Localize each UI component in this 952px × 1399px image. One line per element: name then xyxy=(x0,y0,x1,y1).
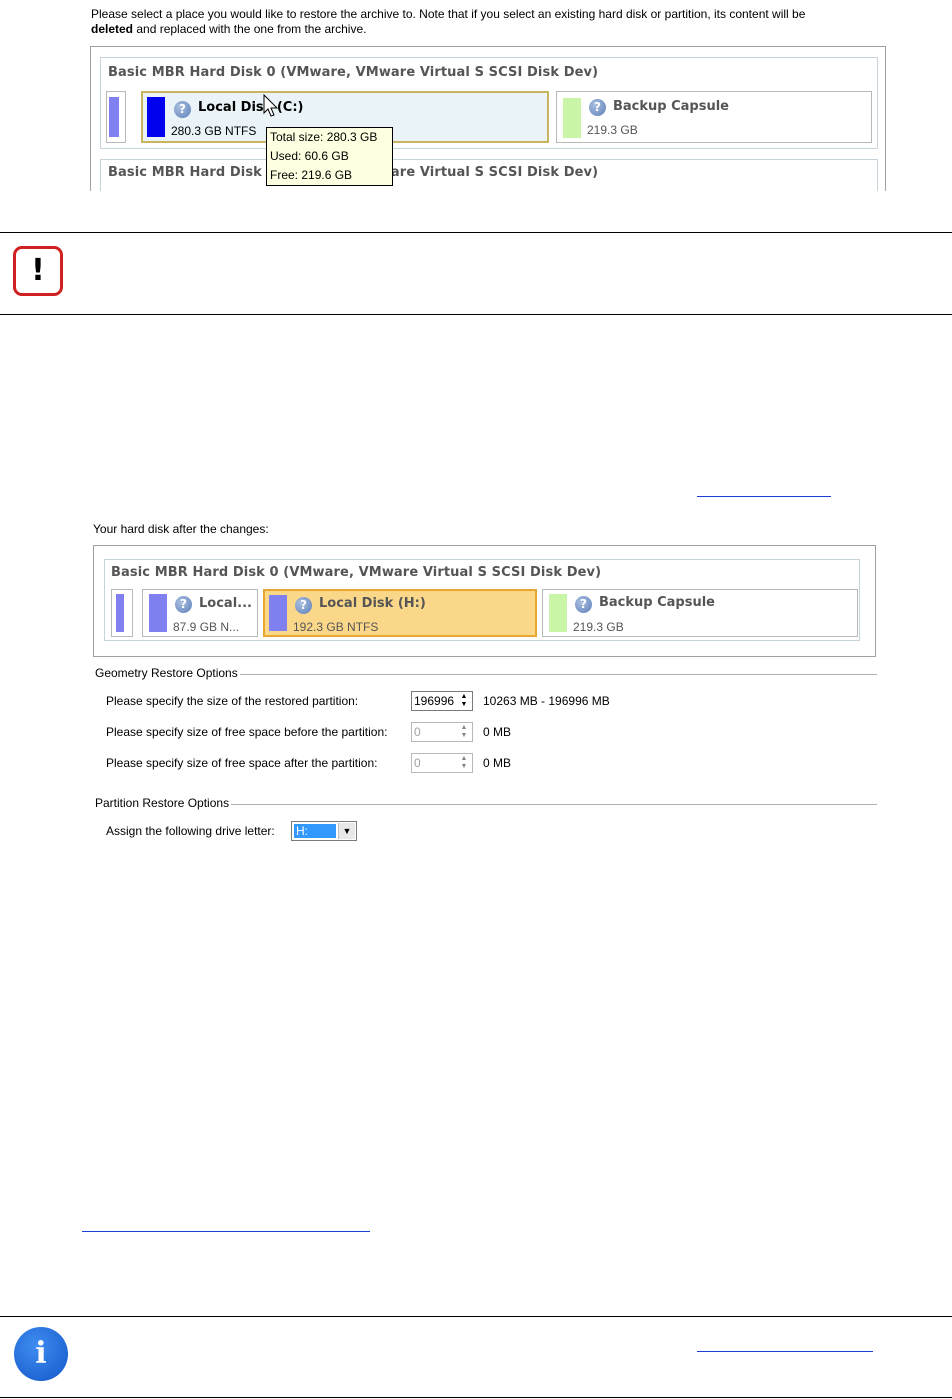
stepper-up-icon[interactable]: ▲ xyxy=(457,693,471,701)
hyperlink-underline[interactable] xyxy=(697,1351,873,1352)
geometry-group-label: Geometry Restore Options xyxy=(95,666,240,680)
unallocated-bar xyxy=(109,97,119,137)
space-before-value: 0 xyxy=(414,725,421,739)
question-icon: ? xyxy=(175,596,192,613)
disk-selection-panel: Basic MBR Hard Disk 0 (VMware, VMware Vi… xyxy=(90,46,886,191)
stepper-arrows[interactable]: ▲ ▼ xyxy=(457,693,471,709)
local-disk-h-name: Local Disk (H:) xyxy=(319,596,426,611)
warning-bottom-rule xyxy=(0,314,952,315)
chevron-down-icon[interactable]: ▼ xyxy=(338,823,355,839)
unallocated-bar xyxy=(116,594,124,632)
local-partition-name: Local... xyxy=(199,596,252,611)
restored-size-label: Please specify the size of the restored … xyxy=(106,694,359,708)
drive-letter-select[interactable]: H: ▼ xyxy=(291,821,357,841)
backup-capsule-name: Backup Capsule xyxy=(613,99,730,114)
space-before-unit: 0 MB xyxy=(483,725,512,739)
disk-size-tooltip: Total size: 280.3 GB Used: 60.6 GB Free:… xyxy=(266,127,393,186)
disk-0-box[interactable]: Basic MBR Hard Disk 0 (VMware, VMware Vi… xyxy=(104,559,860,641)
warning-top-rule xyxy=(0,232,952,233)
stepper-arrows[interactable]: ▲ ▼ xyxy=(457,724,471,740)
info-top-rule xyxy=(0,1316,952,1317)
stepper-up-icon[interactable]: ▲ xyxy=(457,755,471,763)
space-after-stepper[interactable]: 0 ▲ ▼ xyxy=(411,753,473,773)
space-before-stepper[interactable]: 0 ▲ ▼ xyxy=(411,722,473,742)
tooltip-used: Used: 60.6 GB xyxy=(270,149,349,163)
local-disk-c-name: Local Disk (C:) xyxy=(198,100,304,115)
local-partition-bar xyxy=(149,594,167,632)
backup-capsule-size: 219.3 GB xyxy=(573,620,624,634)
backup-capsule-tile[interactable]: ? Backup Capsule 219.3 GB xyxy=(556,91,872,143)
info-bottom-rule xyxy=(0,1397,952,1398)
space-after-label: Please specify size of free space after … xyxy=(106,756,378,770)
warning-icon: ! xyxy=(13,246,63,296)
intro-text-line1: Please select a place you would like to … xyxy=(91,7,806,21)
local-disk-c-size: 280.3 GB NTFS xyxy=(171,124,257,138)
stepper-up-icon[interactable]: ▲ xyxy=(457,724,471,732)
question-icon: ? xyxy=(174,101,191,118)
question-icon: ? xyxy=(575,596,592,613)
restored-size-stepper[interactable]: 196996 ▲ ▼ xyxy=(411,691,473,711)
hyperlink-underline[interactable] xyxy=(82,1231,370,1232)
local-partition-tile[interactable]: ? Local... 87.9 GB N... xyxy=(142,589,258,637)
disk-layout-panel: Basic MBR Hard Disk 0 (VMware, VMware Vi… xyxy=(93,545,876,657)
question-icon: ? xyxy=(295,597,312,614)
space-before-label: Please specify size of free space before… xyxy=(106,725,388,739)
unallocated-tile[interactable] xyxy=(106,91,126,143)
tooltip-total: Total size: 280.3 GB xyxy=(270,130,378,144)
tooltip-free: Free: 219.6 GB xyxy=(270,168,353,182)
backup-capsule-bar xyxy=(563,98,581,138)
drive-letter-value: H: xyxy=(294,824,336,838)
stepper-down-icon[interactable]: ▼ xyxy=(457,701,471,709)
question-icon: ? xyxy=(589,99,606,116)
space-after-unit: 0 MB xyxy=(483,756,512,770)
disk-0-title: Basic MBR Hard Disk 0 (VMware, VMware Vi… xyxy=(108,65,599,80)
disk-0-title: Basic MBR Hard Disk 0 (VMware, VMware Vi… xyxy=(111,565,602,580)
unallocated-tile[interactable] xyxy=(111,589,133,637)
stepper-arrows[interactable]: ▲ ▼ xyxy=(457,755,471,771)
intro-bold-deleted: deleted xyxy=(91,22,134,36)
restore-intro-text: Please select a place you would like to … xyxy=(91,7,891,37)
intro-text-rest: and replaced with the one from the archi… xyxy=(133,22,367,36)
mouse-cursor-icon xyxy=(263,94,279,117)
local-disk-h-size: 192.3 GB NTFS xyxy=(293,620,379,634)
backup-capsule-name: Backup Capsule xyxy=(599,595,716,610)
backup-capsule-bar xyxy=(549,594,567,632)
local-disk-h-tile[interactable]: ? Local Disk (H:) 192.3 GB NTFS xyxy=(263,589,537,637)
backup-capsule-size: 219.3 GB xyxy=(587,123,638,137)
info-icon: i xyxy=(14,1327,68,1381)
local-disk-h-bar xyxy=(269,595,287,631)
restored-size-range: 10263 MB - 196996 MB xyxy=(483,694,610,708)
stepper-down-icon[interactable]: ▼ xyxy=(457,732,471,740)
restored-size-value: 196996 xyxy=(414,694,455,708)
backup-capsule-tile[interactable]: ? Backup Capsule 219.3 GB xyxy=(542,589,858,637)
partition-group-label: Partition Restore Options xyxy=(95,796,232,810)
space-after-value: 0 xyxy=(414,756,421,770)
stepper-down-icon[interactable]: ▼ xyxy=(457,763,471,771)
hyperlink-underline[interactable] xyxy=(697,496,831,497)
drive-letter-label: Assign the following drive letter: xyxy=(106,824,275,838)
hard-disk-after-caption: Your hard disk after the changes: xyxy=(93,522,269,536)
local-disk-c-bar xyxy=(147,97,165,137)
disk-0-box[interactable]: Basic MBR Hard Disk 0 (VMware, VMware Vi… xyxy=(100,57,878,149)
local-partition-size: 87.9 GB N... xyxy=(173,620,240,634)
disk-1-box[interactable]: Basic MBR Hard Disk 1 (VMware, VMware Vi… xyxy=(100,159,878,191)
